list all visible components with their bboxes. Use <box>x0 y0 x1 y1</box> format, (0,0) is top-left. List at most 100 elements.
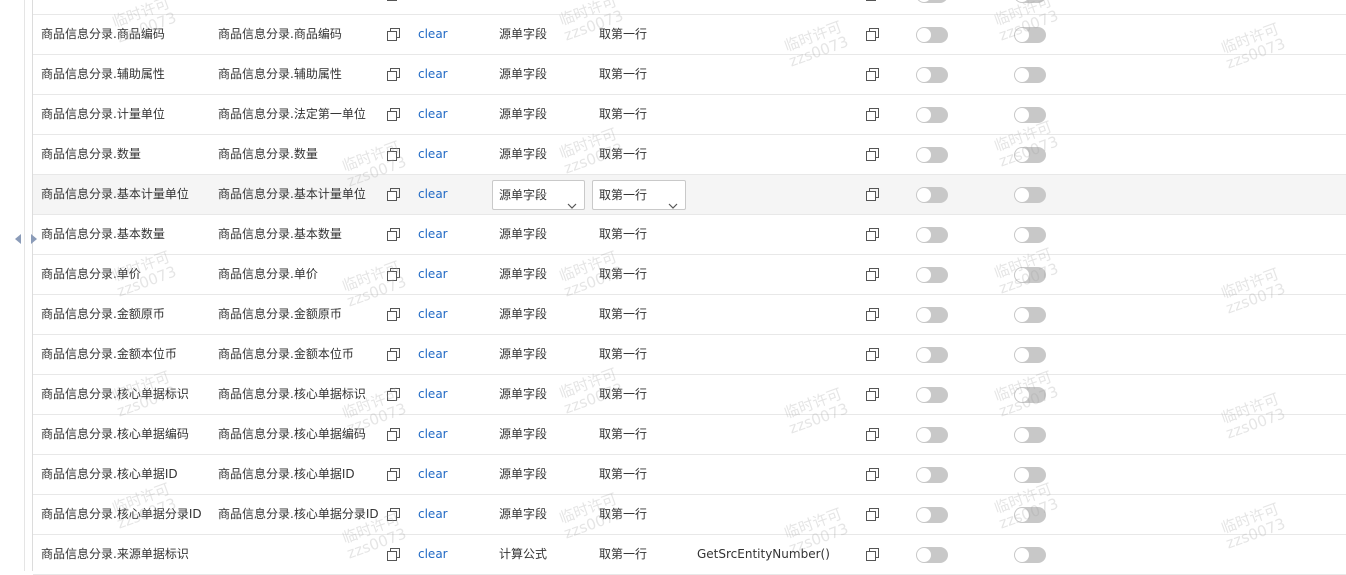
table-row[interactable]: 商品信息分录.核心单据编码 商品信息分录.核心单据编码 clear 源单字段 取第一行 <box>33 415 1346 455</box>
table-row[interactable]: 商品信息分录.辅助属性 商品信息分录.辅助属性 clear 源单字段 取第一行 <box>33 55 1346 95</box>
clear-link[interactable]: clear <box>418 415 458 454</box>
table-row[interactable]: 商品信息分录.核心单据分录ID 商品信息分录.核心单据分录ID clear 源单字段取… <box>33 495 1346 535</box>
copy-icon[interactable] <box>866 428 879 441</box>
clear-link[interactable]: clear <box>418 55 458 94</box>
formula-text[interactable] <box>697 15 847 54</box>
clear-link[interactable]: clear <box>418 15 458 54</box>
formula-text[interactable] <box>697 255 847 294</box>
toggle-switch[interactable] <box>1014 0 1046 3</box>
table-row[interactable]: 商品信息分录.金额原币 商品信息分录.金额原币 clear 源单字段 取第一行 <box>33 295 1346 335</box>
target-field[interactable]: 商品信息分录.基本计量单位 <box>218 175 382 214</box>
copy-icon[interactable] <box>387 28 400 41</box>
formula-text[interactable] <box>697 175 847 214</box>
toggle-switch[interactable] <box>1014 347 1046 363</box>
toggle-switch[interactable] <box>1014 467 1046 483</box>
take-rule[interactable]: 取第一行 <box>599 455 689 494</box>
toggle-switch[interactable] <box>1014 107 1046 123</box>
copy-icon[interactable] <box>866 28 879 41</box>
toggle-switch[interactable] <box>1014 267 1046 283</box>
clear-link[interactable]: clear <box>418 375 458 414</box>
clear-link[interactable]: clear <box>418 255 458 294</box>
copy-icon[interactable] <box>866 228 879 241</box>
target-field[interactable]: 商品信息分录.单价 <box>218 255 382 294</box>
toggle-switch[interactable] <box>1014 387 1046 403</box>
formula-text[interactable] <box>697 375 847 414</box>
take-rule[interactable]: 取第一行 <box>599 295 689 334</box>
copy-icon[interactable] <box>387 148 400 161</box>
table-row[interactable]: 商品信息分录.数量 商品信息分录.数量 clear 源单字段 取第一行 <box>33 135 1346 175</box>
toggle-switch[interactable] <box>1014 67 1046 83</box>
formula-text[interactable]: GetSrcEntityNumber() <box>697 535 847 574</box>
value-type[interactable]: 源单字段 <box>499 295 589 334</box>
take-select[interactable]: 取第一行 <box>592 180 686 210</box>
target-field[interactable]: 商品信息分录.核心单据标识 <box>218 375 382 414</box>
copy-icon[interactable] <box>387 548 400 561</box>
toggle-switch[interactable] <box>916 147 948 163</box>
formula-text[interactable] <box>697 55 847 94</box>
value-type[interactable]: 源单字段 <box>499 495 589 534</box>
target-field[interactable]: 商品信息分录.金额原币 <box>218 295 382 334</box>
take-rule[interactable]: 取第一行 <box>599 375 689 414</box>
take-rule[interactable]: 取第一行 <box>599 415 689 454</box>
table-row[interactable]: 商品信息分录.金额本位币 商品信息分录.金额本位币 clear 源单字段 取第一行 <box>33 335 1346 375</box>
copy-icon[interactable] <box>387 268 400 281</box>
clear-link[interactable]: clear <box>418 495 458 534</box>
toggle-switch[interactable] <box>1014 547 1046 563</box>
toggle-switch[interactable] <box>916 307 948 323</box>
copy-icon[interactable] <box>866 348 879 361</box>
target-field[interactable]: 商品信息分录.核心单据编码 <box>218 415 382 454</box>
toggle-switch[interactable] <box>916 227 948 243</box>
copy-icon[interactable] <box>866 108 879 121</box>
target-field[interactable]: 商品信息分录.核心单据ID <box>218 455 382 494</box>
copy-icon[interactable] <box>866 468 879 481</box>
value-type[interactable]: 源单字段 <box>499 135 589 174</box>
toggle-switch[interactable] <box>1014 187 1046 203</box>
table-row[interactable]: 商品信息分录.基本数量 商品信息分录.基本数量 clear 源单字段 取第一行 <box>33 215 1346 255</box>
copy-icon[interactable] <box>387 228 400 241</box>
table-row[interactable]: 商品信息分录.来源单据标识 clear 计算公式 取第一行 GetSrcEntityNu… <box>33 535 1346 575</box>
copy-icon[interactable] <box>387 188 400 201</box>
value-type[interactable]: 源单字段 <box>499 95 589 134</box>
value-type[interactable]: 源单字段 <box>499 255 589 294</box>
copy-icon[interactable] <box>866 508 879 521</box>
toggle-switch[interactable] <box>1014 27 1046 43</box>
toggle-switch[interactable] <box>1014 147 1046 163</box>
target-field[interactable]: 商品信息分录.商品编码 <box>218 15 382 54</box>
take-rule[interactable]: 取第一行 <box>599 135 689 174</box>
toggle-switch[interactable] <box>916 187 948 203</box>
target-field[interactable]: 商品信息分录.法定第一单位 <box>218 95 382 134</box>
toggle-switch[interactable] <box>916 0 948 3</box>
take-rule[interactable]: 取第一行 <box>599 255 689 294</box>
copy-icon[interactable] <box>866 268 879 281</box>
toggle-switch[interactable] <box>1014 427 1046 443</box>
formula-text[interactable] <box>697 455 847 494</box>
clear-link[interactable]: clear <box>418 295 458 334</box>
target-field[interactable]: 商品信息分录.核心单据分录ID <box>218 495 382 534</box>
target-field[interactable]: 商品信息分录.辅助属性 <box>218 55 382 94</box>
copy-icon[interactable] <box>387 428 400 441</box>
target-field[interactable] <box>218 535 382 574</box>
table-row[interactable]: 商品信息分录.核心单据标识 商品信息分录.核心单据标识 clear 源单字段 取第一行 <box>33 375 1346 415</box>
value-type[interactable]: 源单字段 <box>499 15 589 54</box>
clear-link[interactable]: clear <box>418 95 458 134</box>
clear-link[interactable]: clear <box>418 215 458 254</box>
toggle-switch[interactable] <box>916 347 948 363</box>
toggle-switch[interactable] <box>916 547 948 563</box>
toggle-switch[interactable] <box>1014 307 1046 323</box>
copy-icon[interactable] <box>866 68 879 81</box>
value-type[interactable]: 源单字段 <box>499 375 589 414</box>
toggle-switch[interactable] <box>916 427 948 443</box>
copy-icon[interactable] <box>387 348 400 361</box>
toggle-switch[interactable] <box>916 67 948 83</box>
clear-link[interactable]: clear <box>418 535 458 574</box>
table-row[interactable]: 商品信息分录.商品编码 商品信息分录.商品编码 clear 源单字段 取第一行 <box>33 15 1346 55</box>
copy-icon[interactable] <box>387 68 400 81</box>
take-rule[interactable]: 取第一行 <box>599 535 689 574</box>
copy-icon[interactable] <box>387 0 400 1</box>
toggle-switch[interactable] <box>916 507 948 523</box>
formula-text[interactable] <box>697 495 847 534</box>
value-type[interactable]: 源单字段 <box>499 415 589 454</box>
formula-text[interactable] <box>697 415 847 454</box>
toggle-switch[interactable] <box>916 27 948 43</box>
copy-icon[interactable] <box>387 388 400 401</box>
